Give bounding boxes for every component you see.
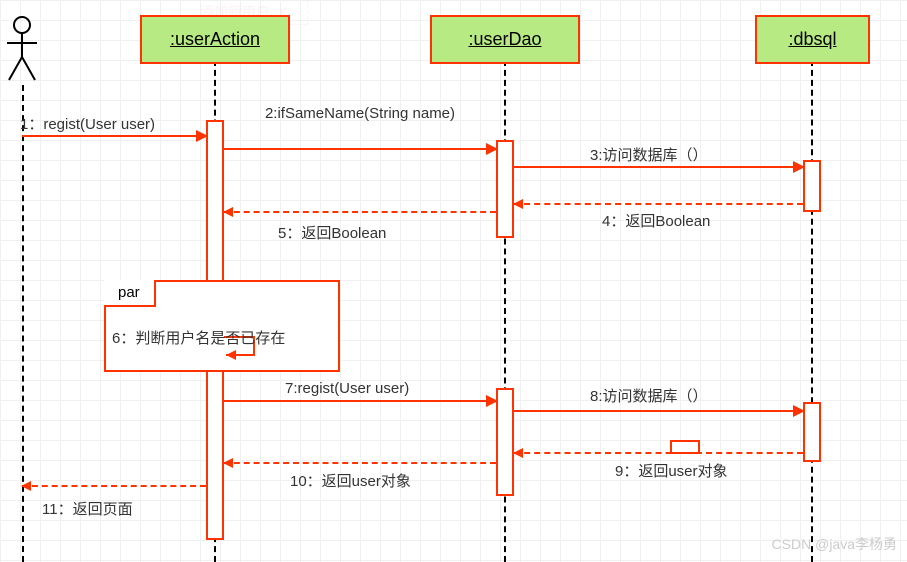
msg-8-label: 8:访问数据库（） bbox=[590, 385, 708, 406]
msg-8-arrow bbox=[514, 410, 803, 412]
activation-dbsql-2 bbox=[803, 402, 821, 462]
msg-5-label: 5：返回Boolean bbox=[278, 222, 386, 243]
lifeline-useraction: :userAction bbox=[140, 15, 290, 64]
activation-userdao-2 bbox=[496, 388, 514, 496]
lifeline-userdao: :userDao bbox=[430, 15, 580, 64]
msg-3-arrow bbox=[514, 166, 803, 168]
lifeline-dbsql: :dbsql bbox=[755, 15, 870, 64]
par-label: par bbox=[104, 280, 156, 307]
activation-dbsql-1 bbox=[803, 160, 821, 212]
msg-2-arrow bbox=[224, 148, 496, 150]
msg-11-arrow bbox=[22, 485, 206, 487]
msg-7-arrow bbox=[224, 400, 496, 402]
msg-10-arrow bbox=[224, 462, 496, 464]
msg-7-label: 7:regist(User user) bbox=[285, 380, 409, 397]
lifeline-line-dbsql bbox=[811, 60, 813, 562]
msg-10-label: 10：返回user对象 bbox=[290, 470, 411, 491]
msg-4-arrow bbox=[514, 203, 803, 205]
msg-9-note-box bbox=[670, 440, 700, 454]
msg-3-label: 3:访问数据库（） bbox=[590, 144, 708, 165]
watermark: CSDN @java李杨勇 bbox=[772, 534, 897, 554]
msg-6-label: 6：判断用户名是否已存在 bbox=[112, 327, 285, 348]
msg-11-label: 11：返回页面 bbox=[42, 498, 133, 519]
msg-4-label: 4：返回Boolean bbox=[602, 210, 710, 231]
actor-stickman bbox=[5, 15, 40, 85]
msg-5-arrow bbox=[224, 211, 496, 213]
msg-1-label: 1：regist(User user) bbox=[20, 113, 155, 134]
msg-9-label: 9：返回user对象 bbox=[615, 460, 728, 481]
msg-9-arrow bbox=[514, 452, 803, 454]
msg-2-label: 2:ifSameName(String name) bbox=[260, 105, 460, 122]
activation-userdao-1 bbox=[496, 140, 514, 238]
msg-1-arrow bbox=[22, 135, 206, 137]
